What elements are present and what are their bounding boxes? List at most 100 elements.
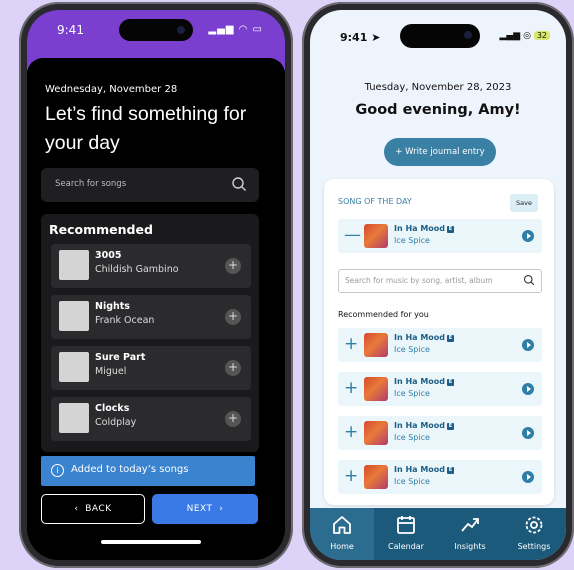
add-icon[interactable]: + [344,422,358,442]
add-icon[interactable]: + [344,334,358,354]
song-row[interactable]: Nights Frank Ocean + [51,295,251,339]
plus-icon[interactable]: + [225,258,241,274]
recommended-row[interactable]: + In Ha Mood E Ice Spice [338,416,542,450]
search-icon [232,177,246,191]
dynamic-island [400,24,480,48]
plus-icon[interactable]: + [225,360,241,376]
plus-icon[interactable]: + [225,309,241,325]
explicit-badge: E [447,467,455,474]
status-icons: ▂▄▆ ◠ ▭ [208,24,263,35]
album-art [364,421,388,445]
song-title: In Ha Mood E [394,224,455,233]
dynamic-island [119,19,193,41]
song-title: Sure Part [95,352,146,363]
song-title: In Ha Mood E [394,465,455,474]
explicit-badge: E [447,335,455,342]
write-journal-button[interactable]: + Write journal entry [384,138,496,166]
status-icons: ▂▄▆ ◎ 32 [499,31,550,41]
song-row[interactable]: Sure Part Miguel + [51,346,251,390]
song-title: Clocks [95,403,130,414]
search-icon [523,274,535,286]
section-title: Recommended [49,222,153,237]
recommended-row[interactable]: + In Ha Mood E Ice Spice [338,372,542,406]
tab-calendar[interactable]: Calendar [374,508,438,560]
song-title: In Ha Mood E [394,421,455,430]
tab-label: Insights [454,542,486,551]
search-placeholder: Search for music by song, artist, album [345,276,493,285]
explicit-badge: E [447,226,455,233]
plus-icon[interactable]: + [225,411,241,427]
gear-icon [525,516,543,534]
play-icon[interactable] [522,471,534,483]
song-title: 3005 [95,250,122,261]
status-time: 9:41 ➤ [340,31,381,44]
song-title: Nights [95,301,130,312]
explicit-badge: E [447,379,455,386]
tab-insights[interactable]: Insights [438,508,502,560]
album-art [364,465,388,489]
right-phone-frame: 9:41 ➤ ▂▄▆ ◎ 32 Tuesday, November 28, 20… [302,2,574,568]
toast-text: Added to today’s songs [71,464,189,475]
song-artist: Childish Gambino [95,264,179,275]
date-label: Tuesday, November 28, 2023 [364,82,512,93]
calendar-icon [397,516,415,534]
remove-icon[interactable]: — [344,225,361,245]
play-icon[interactable] [522,230,534,242]
album-thumbnail [59,301,89,331]
search-input[interactable]: Search for songs [41,168,259,202]
battery-badge: 32 [533,31,550,40]
tab-label: Home [330,542,354,551]
album-art [364,333,388,357]
add-icon[interactable]: + [344,378,358,398]
home-icon [333,516,351,534]
back-button[interactable]: ‹ BACK [41,494,145,524]
song-row[interactable]: Clocks Coldplay + [51,397,251,441]
left-phone-frame: 9:41 ▂▄▆ ◠ ▭ Wednesday, November 28 Let’… [19,2,293,568]
album-art [364,224,388,248]
album-thumbnail [59,250,89,280]
play-icon[interactable] [522,339,534,351]
song-of-day-label: SONG OF THE DAY [338,197,412,206]
next-button[interactable]: NEXT › [152,494,258,524]
next-label: NEXT [186,504,213,514]
info-icon: i [51,464,64,477]
tab-home[interactable]: Home [310,508,374,560]
play-icon[interactable] [522,427,534,439]
back-label: BACK [85,504,112,514]
song-row[interactable]: 3005 Childish Gambino + [51,244,251,288]
song-of-day-row[interactable]: — In Ha Mood E Ice Spice [338,219,542,253]
status-time: 9:41 [57,23,84,37]
date-label: Wednesday, November 28 [45,84,178,95]
tab-settings[interactable]: Settings [502,508,566,560]
song-artist: Frank Ocean [95,315,155,326]
song-title: In Ha Mood E [394,333,455,342]
song-artist: Ice Spice [394,433,430,442]
chevron-left-icon: ‹ [74,504,79,514]
album-thumbnail [59,403,89,433]
play-icon[interactable] [522,383,534,395]
right-phone-screen: 9:41 ➤ ▂▄▆ ◎ 32 Tuesday, November 28, 20… [310,10,566,560]
toast-notification: i Added to today’s songs [41,456,255,486]
page-title: Let’s find something for your day [45,103,247,154]
song-artist: Ice Spice [394,345,430,354]
music-search-input[interactable]: Search for music by song, artist, album [338,269,542,293]
tab-label: Calendar [388,542,424,551]
search-placeholder: Search for songs [55,179,127,189]
add-icon[interactable]: + [344,466,358,486]
trend-icon [461,518,479,532]
recommended-row[interactable]: + In Ha Mood E Ice Spice [338,460,542,494]
greeting-title: Good evening, Amy! [355,102,521,118]
album-thumbnail [59,352,89,382]
song-artist: Ice Spice [394,389,430,398]
recommended-row[interactable]: + In Ha Mood E Ice Spice [338,328,542,362]
home-indicator [101,540,201,544]
song-artist: Coldplay [95,417,137,428]
save-button[interactable]: Save [510,194,538,212]
song-artist: Ice Spice [394,477,430,486]
bottom-tab-bar: Home Calendar Insights Settings [310,508,566,560]
song-title: In Ha Mood E [394,377,455,386]
song-artist: Ice Spice [394,236,430,245]
song-artist: Miguel [95,366,127,377]
recommended-card: Recommended 3005 Childish Gambino + Nigh… [41,214,259,452]
explicit-badge: E [447,423,455,430]
